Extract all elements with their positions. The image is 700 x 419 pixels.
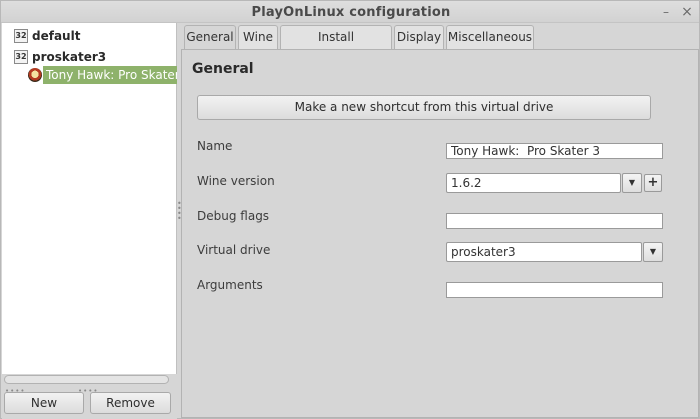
wine-version-value: 1.6.2 [451,176,482,190]
general-panel: General Make a new shortcut from this vi… [181,49,699,418]
title-bar[interactable]: PlayOnLinux configuration – × [1,1,699,23]
prefix-32bit-icon: 32 [14,50,28,64]
shortcut-label: Tony Hawk: Pro Skater 3 [43,66,177,84]
tab-wine[interactable]: Wine [238,25,278,49]
add-wine-version-button[interactable]: + [644,174,662,192]
prefix-sidebar: 32 default 32 proskater3 Tony Hawk: Pro … [2,23,177,419]
wine-version-select[interactable]: 1.6.2 [446,173,621,193]
tab-general[interactable]: General [184,25,236,50]
section-heading: General [192,61,254,77]
chevron-down-icon[interactable]: ▼ [643,242,663,262]
window-title: PlayOnLinux configuration [251,5,451,20]
tab-miscellaneous[interactable]: Miscellaneous [446,25,534,49]
name-label: Name [197,139,233,153]
tree-item-label: default [32,29,81,43]
new-button[interactable]: New [4,392,84,414]
prefix-tree[interactable]: 32 default 32 proskater3 Tony Hawk: Pro … [2,23,177,374]
wine-version-label: Wine version [197,174,275,188]
tab-display[interactable]: Display [394,25,444,49]
debug-flags-field[interactable] [446,213,663,229]
game-icon [28,68,42,82]
virtual-drive-select[interactable]: proskater3 [446,242,642,262]
minimize-icon[interactable]: – [658,4,674,20]
name-field[interactable] [446,143,663,159]
make-shortcut-button[interactable]: Make a new shortcut from this virtual dr… [197,95,651,120]
tree-item-shortcut[interactable]: Tony Hawk: Pro Skater 3 [28,66,177,84]
chevron-down-icon[interactable]: ▼ [622,173,642,193]
close-icon[interactable]: × [679,4,695,20]
prefix-32bit-icon: 32 [14,29,28,43]
horizontal-scrollbar[interactable] [4,375,169,384]
config-window: PlayOnLinux configuration – × 32 default… [0,0,700,419]
remove-button[interactable]: Remove [90,392,171,414]
virtual-drive-value: proskater3 [451,245,516,259]
tab-install-components[interactable]: Install components [280,25,392,66]
tree-item-label: proskater3 [32,50,107,64]
debug-flags-label: Debug flags [197,209,270,223]
virtual-drive-label: Virtual drive [197,243,271,257]
arguments-field[interactable] [446,282,663,298]
arguments-label: Arguments [197,278,263,292]
